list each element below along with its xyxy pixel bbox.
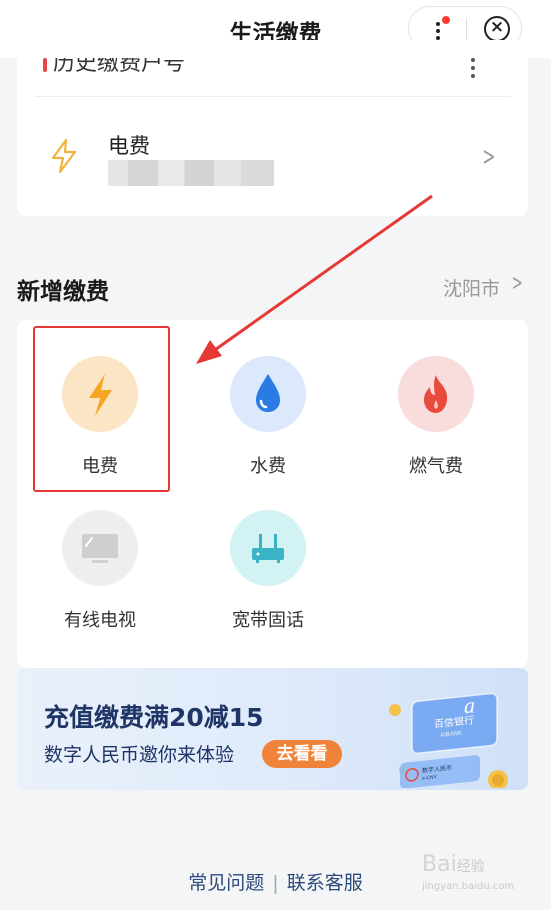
close-icon[interactable]: × <box>484 16 510 42</box>
city-selector[interactable]: 沈阳市 <box>443 274 500 301</box>
history-item-name: 电费 <box>108 134 150 158</box>
history-label: 历史缴费户号 <box>53 58 186 76</box>
tv-icon <box>62 510 138 586</box>
account-number-blurred <box>108 160 274 186</box>
service-label: 燃气费 <box>409 456 463 477</box>
lightning-outline-icon <box>51 138 77 174</box>
footer-separator: | <box>272 872 279 894</box>
banner-subtitle: 数字人民币邀你来体验 <box>44 744 235 766</box>
service-water[interactable]: 水费 <box>193 356 343 478</box>
watermark-main: Bai <box>422 852 457 877</box>
contact-support-link[interactable]: 联系客服 <box>287 872 363 894</box>
water-drop-icon <box>230 356 306 432</box>
history-header: 历史缴费户号 <box>17 58 528 96</box>
service-label: 宽带固话 <box>232 610 304 631</box>
banner-title: 充值缴费满20减15 <box>44 703 264 732</box>
digital-rmb-card-illustration: 百信银行 AIBANK a 数字人民币 e-CNY <box>389 692 508 788</box>
notification-dot <box>442 16 450 24</box>
capsule-divider <box>466 18 467 40</box>
section-marker <box>43 58 47 72</box>
watermark-url: jingyan.baidu.com <box>422 881 515 892</box>
view-button[interactable]: 去看看 <box>262 740 342 768</box>
router-icon <box>230 510 306 586</box>
watermark: Bai经验 jingyan.baidu.com <box>422 852 514 893</box>
service-broadband[interactable]: 宽带固话 <box>193 510 343 632</box>
service-gas[interactable]: 燃气费 <box>361 356 511 478</box>
service-label: 水费 <box>250 456 286 477</box>
section-title: 新增缴费 <box>17 279 109 305</box>
promo-banner[interactable]: 充值缴费满20减15 数字人民币邀你来体验 去看看 百信银行 AIBANK a … <box>17 668 528 790</box>
flame-icon <box>398 356 474 432</box>
aibank-logo-icon: a <box>464 692 475 718</box>
faq-link[interactable]: 常见问题 <box>188 872 264 894</box>
divider <box>35 96 511 97</box>
chevron-right-icon: > <box>482 142 496 172</box>
annotation-highlight-box <box>33 326 170 492</box>
service-label: 有线电视 <box>64 610 136 631</box>
watermark-cn: 经验 <box>456 859 485 875</box>
more-options-icon[interactable] <box>469 58 477 78</box>
more-menu-icon[interactable] <box>427 16 450 42</box>
chevron-right-icon: > <box>511 271 523 296</box>
service-cable-tv[interactable]: 有线电视 <box>25 510 175 632</box>
